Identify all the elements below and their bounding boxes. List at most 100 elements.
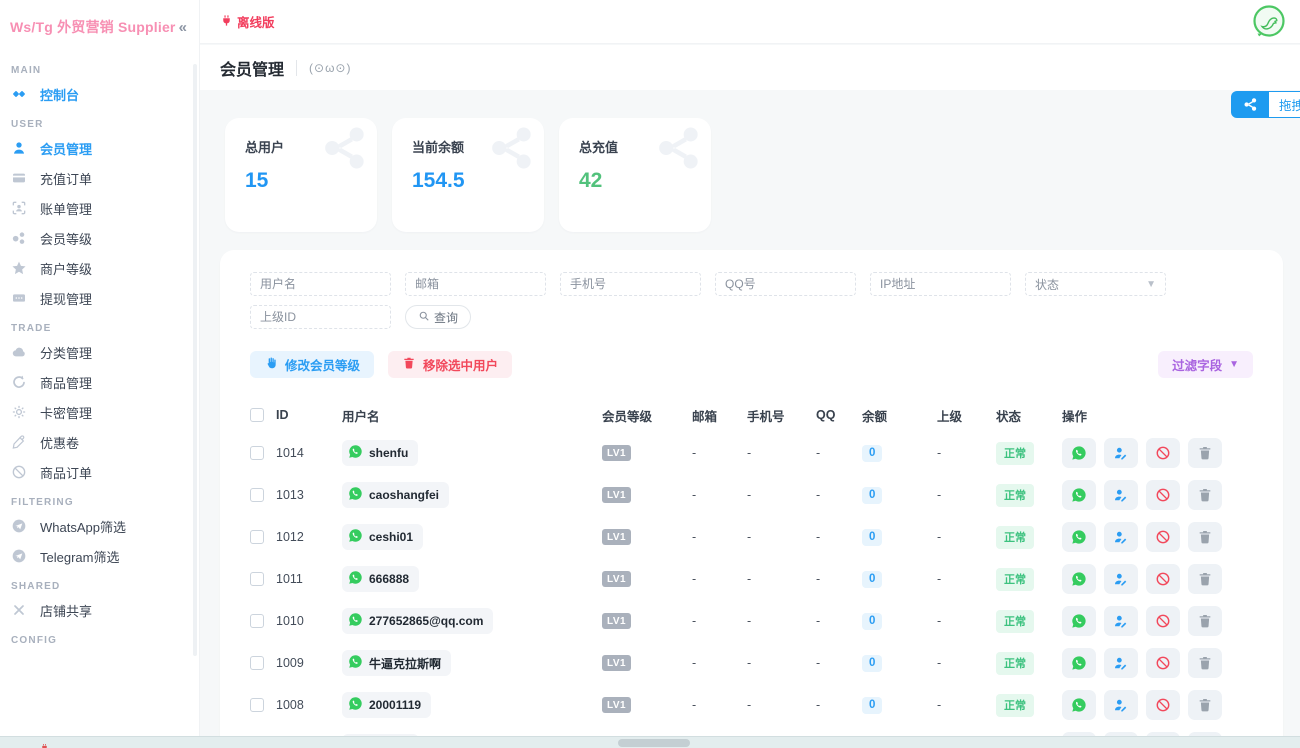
whatsapp-action-button[interactable] bbox=[1062, 522, 1096, 552]
balance-badge: 0 bbox=[862, 697, 882, 714]
parent-id-filter-input[interactable] bbox=[250, 305, 391, 329]
username-chip[interactable]: 牛逼克拉斯啊 bbox=[342, 650, 451, 676]
cell-qq: - bbox=[816, 446, 862, 460]
avatar[interactable] bbox=[1252, 5, 1286, 39]
horizontal-scrollbar[interactable] bbox=[0, 736, 1300, 748]
drag-upload-button[interactable]: 拖拽上 bbox=[1231, 91, 1300, 118]
whatsapp-action-button[interactable] bbox=[1062, 438, 1096, 468]
edit-user-action-button[interactable] bbox=[1104, 648, 1138, 678]
sidebar-item-merchant-level[interactable]: 商户等级 bbox=[0, 253, 199, 283]
delete-user-action-button[interactable] bbox=[1188, 648, 1222, 678]
horizontal-scrollbar-thumb[interactable] bbox=[618, 739, 690, 747]
whatsapp-action-button[interactable] bbox=[1062, 564, 1096, 594]
edit-user-action-button[interactable] bbox=[1104, 480, 1138, 510]
remove-selected-users-button[interactable]: 移除选中用户 bbox=[388, 351, 512, 378]
status-badge: 正常 bbox=[996, 484, 1034, 507]
share-nodes-icon bbox=[1231, 91, 1269, 118]
sidebar-item-label: 商品订单 bbox=[40, 463, 92, 482]
delete-user-action-button[interactable] bbox=[1188, 690, 1222, 720]
cell-parent: - bbox=[937, 572, 996, 586]
whatsapp-action-button[interactable] bbox=[1062, 606, 1096, 636]
search-button[interactable]: 查询 bbox=[405, 305, 471, 329]
page-title-bar: 会员管理 (⊙ω⊙) bbox=[200, 45, 1300, 90]
edit-user-action-button[interactable] bbox=[1104, 438, 1138, 468]
delete-user-action-button[interactable] bbox=[1188, 438, 1222, 468]
username-chip[interactable]: 666888 bbox=[342, 566, 419, 592]
search-icon bbox=[418, 310, 430, 325]
sidebar-item-goods-order[interactable]: 商品订单 bbox=[0, 457, 199, 487]
delete-user-action-button[interactable] bbox=[1188, 564, 1222, 594]
edit-user-action-button[interactable] bbox=[1104, 564, 1138, 594]
sidebar-item-withdraw[interactable]: 提现管理 bbox=[0, 283, 199, 313]
edit-member-level-button[interactable]: 修改会员等级 bbox=[250, 351, 374, 378]
ban-user-action-button[interactable] bbox=[1146, 564, 1180, 594]
sidebar-item-whatsapp-filter[interactable]: WhatsApp筛选 bbox=[0, 511, 199, 541]
row-checkbox[interactable] bbox=[250, 572, 264, 586]
status-badge: 正常 bbox=[996, 652, 1034, 675]
sidebar-item-coupon[interactable]: 优惠卷 bbox=[0, 427, 199, 457]
edit-user-action-button[interactable] bbox=[1104, 522, 1138, 552]
sidebar-nav: MAIN控制台USER会员管理充值订单账单管理会员等级商户等级提现管理TRADE… bbox=[0, 37, 199, 649]
delete-user-action-button[interactable] bbox=[1188, 480, 1222, 510]
bill-icon bbox=[11, 200, 27, 216]
drag-upload-label: 拖拽上 bbox=[1269, 91, 1300, 118]
whatsapp-action-button[interactable] bbox=[1062, 480, 1096, 510]
row-checkbox[interactable] bbox=[250, 614, 264, 628]
ban-user-action-button[interactable] bbox=[1146, 690, 1180, 720]
member-level-badge: LV1 bbox=[602, 571, 631, 587]
edit-user-action-button[interactable] bbox=[1104, 690, 1138, 720]
sidebar-collapse-icon[interactable]: « bbox=[179, 19, 187, 36]
ban-user-action-button[interactable] bbox=[1146, 438, 1180, 468]
member-level-badge: LV1 bbox=[602, 529, 631, 545]
sidebar-item-label: 分类管理 bbox=[40, 343, 92, 362]
sidebar-item-card-key[interactable]: 卡密管理 bbox=[0, 397, 199, 427]
username-chip[interactable]: shenfu bbox=[342, 440, 418, 466]
sidebar-item-member[interactable]: 会员管理 bbox=[0, 133, 199, 163]
whatsapp-action-button[interactable] bbox=[1062, 690, 1096, 720]
sidebar-item-label: 店铺共享 bbox=[40, 601, 92, 620]
qq-filter-input[interactable] bbox=[715, 272, 856, 296]
sidebar-item-label: 控制台 bbox=[40, 85, 79, 104]
sidebar-item-category[interactable]: 分类管理 bbox=[0, 337, 199, 367]
status-select[interactable]: 状态 ▼ bbox=[1025, 272, 1166, 296]
sidebar-item-goods[interactable]: 商品管理 bbox=[0, 367, 199, 397]
sidebar-item-bill[interactable]: 账单管理 bbox=[0, 193, 199, 223]
ban-user-action-button[interactable] bbox=[1146, 522, 1180, 552]
category-icon bbox=[11, 344, 27, 360]
ban-user-action-button[interactable] bbox=[1146, 648, 1180, 678]
filter-fields-button[interactable]: 过滤字段 ▼ bbox=[1158, 351, 1253, 378]
sidebar-item-shop-share[interactable]: 店铺共享 bbox=[0, 595, 199, 625]
ban-user-action-button[interactable] bbox=[1146, 480, 1180, 510]
username-filter-input[interactable] bbox=[250, 272, 391, 296]
username-chip[interactable]: 277652865@qq.com bbox=[342, 608, 493, 634]
offline-version-badge[interactable]: 离线版 bbox=[220, 12, 275, 31]
sidebar-item-member-level[interactable]: 会员等级 bbox=[0, 223, 199, 253]
cell-phone: - bbox=[747, 488, 816, 502]
ban-user-action-button[interactable] bbox=[1146, 606, 1180, 636]
cell-email: - bbox=[692, 614, 747, 628]
row-checkbox[interactable] bbox=[250, 530, 264, 544]
whatsapp-action-button[interactable] bbox=[1062, 648, 1096, 678]
delete-user-action-button[interactable] bbox=[1188, 606, 1222, 636]
member-level-badge: LV1 bbox=[602, 487, 631, 503]
row-checkbox[interactable] bbox=[250, 446, 264, 460]
cell-email: - bbox=[692, 656, 747, 670]
delete-user-action-button[interactable] bbox=[1188, 522, 1222, 552]
ip-filter-input[interactable] bbox=[870, 272, 1011, 296]
username-chip[interactable]: caoshangfei bbox=[342, 482, 449, 508]
select-all-checkbox[interactable] bbox=[250, 408, 264, 422]
sidebar-item-console[interactable]: 控制台 bbox=[0, 79, 199, 109]
cell-email: - bbox=[692, 446, 747, 460]
email-filter-input[interactable] bbox=[405, 272, 546, 296]
sidebar-item-recharge-order[interactable]: 充值订单 bbox=[0, 163, 199, 193]
sidebar-item-telegram-filter[interactable]: Telegram筛选 bbox=[0, 541, 199, 571]
row-checkbox[interactable] bbox=[250, 698, 264, 712]
row-checkbox[interactable] bbox=[250, 656, 264, 670]
username-chip[interactable]: ceshi01 bbox=[342, 524, 423, 550]
username-chip[interactable]: 20001119 bbox=[342, 692, 431, 718]
toolbar: 修改会员等级 移除选中用户 过滤字段 ▼ bbox=[250, 351, 1253, 378]
phone-filter-input[interactable] bbox=[560, 272, 701, 296]
row-checkbox[interactable] bbox=[250, 488, 264, 502]
edit-user-action-button[interactable] bbox=[1104, 606, 1138, 636]
sidebar-scrollbar[interactable] bbox=[193, 64, 197, 656]
